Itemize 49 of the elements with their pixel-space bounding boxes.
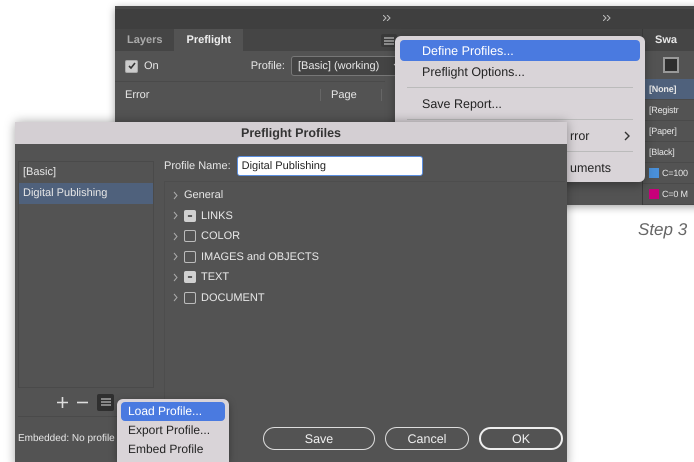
category-checkbox[interactable] [184, 250, 196, 263]
dialog-button[interactable]: Save [263, 427, 375, 450]
profile-label: Profile: [250, 60, 285, 72]
disclosure-icon[interactable] [173, 252, 179, 262]
collapse-icon[interactable] [383, 15, 391, 21]
disclosure-icon[interactable] [173, 190, 179, 200]
category-label: COLOR [201, 230, 240, 242]
disclosure-icon[interactable] [173, 211, 179, 220]
dialog-title: Preflight Profiles [15, 122, 567, 144]
check-icon [126, 61, 136, 71]
menu-item[interactable]: Embed Profile [121, 440, 225, 459]
swatch-row[interactable]: C=0 M [643, 184, 694, 205]
disclosure-icon[interactable] [173, 232, 179, 241]
panel-tab[interactable]: Swa [643, 29, 694, 51]
add-icon[interactable] [57, 396, 68, 408]
profile-item[interactable]: [Basic] [19, 162, 153, 183]
category-label: General [184, 189, 224, 202]
profile-name-label: Profile Name: [164, 160, 231, 172]
category-checkbox[interactable] [184, 210, 196, 222]
embedded-status: Embedded: No profile [18, 433, 116, 444]
menu-item[interactable]: Export Profile... [121, 421, 225, 440]
collapse-icon[interactable] [603, 15, 611, 21]
dialog-button[interactable]: Cancel [385, 427, 469, 450]
step-caption: Step 3 [638, 220, 688, 240]
panel-tab[interactable]: Preflight [174, 29, 244, 51]
disclosure-icon[interactable] [173, 293, 179, 302]
menu-item[interactable]: Load Profile... [121, 402, 225, 421]
stroke-icon[interactable] [663, 57, 679, 73]
menu-icon[interactable] [97, 394, 114, 410]
category-label: TEXT [201, 271, 230, 284]
category-label: LINKS [201, 210, 233, 222]
menu-icon[interactable] [381, 34, 397, 47]
dialog-button[interactable]: OK [479, 427, 563, 450]
profile-item[interactable]: Digital Publishing [19, 183, 153, 204]
category-label: IMAGES and OBJECTS [201, 250, 319, 263]
swatch-row[interactable]: [None] [643, 79, 694, 100]
profile-name-field[interactable]: Digital Publishing [236, 156, 423, 176]
disclosure-icon[interactable] [173, 272, 179, 282]
chevron-right-icon [624, 131, 630, 141]
category-checkbox[interactable] [184, 292, 196, 304]
category-checkbox[interactable] [184, 230, 196, 242]
category-checkbox[interactable] [184, 271, 196, 284]
menu-item[interactable]: Save Report... [400, 93, 640, 114]
column-header: Error [115, 89, 321, 101]
on-label: On [144, 60, 159, 72]
menu-item[interactable]: Define Profiles... [400, 40, 640, 61]
column-header: Page [321, 89, 382, 101]
category-label: DOCUMENT [201, 292, 265, 304]
on-checkbox[interactable] [125, 60, 138, 72]
